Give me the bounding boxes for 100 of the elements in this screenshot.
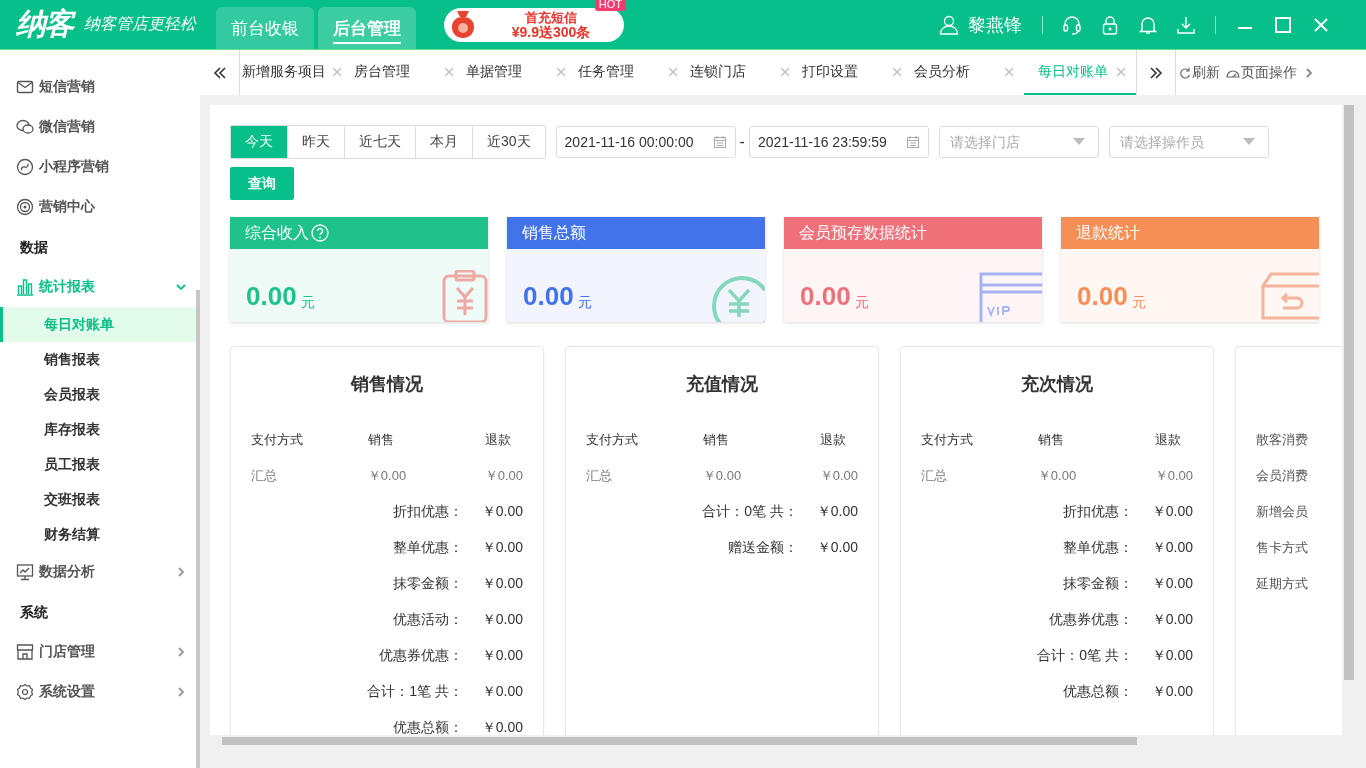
headset-icon[interactable]	[1062, 14, 1082, 35]
card-value: 0.00	[246, 281, 297, 312]
calendar-icon	[712, 135, 727, 149]
calendar-icon	[905, 135, 920, 149]
sidebar-item[interactable]: 数据分析	[0, 552, 200, 592]
store-icon	[16, 643, 34, 661]
column-header: 支付方式	[251, 431, 304, 449]
close-icon[interactable]	[892, 66, 902, 77]
maximize-icon[interactable]	[1273, 14, 1293, 35]
page-tab[interactable]: 打印设置	[800, 50, 912, 95]
column-header: 退款	[1155, 431, 1181, 449]
table-cell: ￥0.00	[819, 467, 858, 485]
close-icon[interactable]	[1116, 66, 1126, 77]
return-box-icon	[1261, 270, 1319, 322]
link-circle-icon	[16, 158, 34, 176]
total-label: 优惠券优惠：	[1049, 611, 1133, 629]
chat-bubbles-icon	[16, 118, 34, 136]
range-button[interactable]: 近30天	[472, 126, 545, 158]
close-icon[interactable]	[1004, 66, 1014, 77]
help-icon[interactable]	[311, 224, 329, 242]
caret-down-icon[interactable]	[1072, 138, 1085, 146]
table-cell-text: ￥0.00	[367, 467, 408, 485]
table-cell-text: 汇总	[921, 467, 948, 485]
row-label: 售卡方式	[1256, 539, 1308, 557]
close-icon[interactable]	[332, 66, 342, 77]
clipboard-yen-icon	[442, 270, 488, 322]
total-label: 抹零金额：	[1063, 575, 1133, 593]
sidebar-subitem[interactable]: 会员报表	[0, 377, 196, 412]
page-tab[interactable]: 连锁门店	[688, 50, 800, 95]
chevron-right-icon	[176, 687, 186, 697]
monitor-chart-icon	[16, 563, 34, 581]
column-header: 销售	[703, 431, 730, 449]
sidebar-subitem[interactable]: 交班报表	[0, 482, 196, 517]
card-unit: 元	[1131, 294, 1146, 312]
close-icon[interactable]	[556, 66, 566, 77]
sidebar-subitem[interactable]: 财务结算	[0, 517, 196, 552]
total-value: ￥0.00	[480, 719, 523, 735]
total-value: ￥0.00	[480, 539, 523, 557]
total-value: ￥0.00	[480, 683, 523, 701]
start-date-field[interactable]: 2021-11-16 00:00:00	[555, 126, 736, 158]
sidebar-subitem[interactable]: 库存报表	[0, 412, 196, 447]
card-title: 会员预存数据统计	[799, 222, 927, 243]
card-value: 0.00	[1077, 281, 1128, 312]
table-cell-text: ￥0.00	[1037, 467, 1078, 485]
table-cell: ￥0.00	[484, 467, 523, 485]
sidebar-heading: 系统	[19, 603, 48, 622]
sidebar-item[interactable]: 短信营销	[0, 67, 200, 107]
row-label: 散客消费	[1256, 431, 1308, 449]
card-unit: 元	[577, 294, 592, 312]
user-icon	[939, 14, 959, 35]
table-cell-text: 汇总	[586, 467, 613, 485]
bell-icon[interactable]	[1138, 14, 1158, 35]
range-separator: -	[739, 133, 745, 151]
total-label: 优惠总额：	[393, 719, 463, 735]
scroll-right-button[interactable]	[1136, 50, 1176, 95]
panel-title: 充值情况	[685, 373, 759, 396]
total-label: 整单优惠：	[393, 539, 463, 557]
card-title: 综合收入	[245, 222, 309, 243]
page-tab[interactable]: 房台管理	[352, 50, 464, 95]
row-label: 新增会员	[1256, 503, 1308, 521]
row-label: 会员消费	[1256, 467, 1308, 485]
close-icon[interactable]	[444, 66, 454, 77]
sidebar-item[interactable]: 系统设置	[0, 672, 200, 712]
page-tab[interactable]: 会员分析	[912, 50, 1024, 95]
total-label: 合计：1笔 共：	[367, 683, 463, 701]
column-header: 退款	[485, 431, 511, 449]
total-label: 赠送金额：	[728, 539, 798, 557]
lock-icon[interactable]	[1100, 14, 1120, 35]
page-tab[interactable]: 单据管理	[464, 50, 576, 95]
sidebar-item[interactable]: 微信营销	[0, 107, 200, 147]
caret-down-icon[interactable]	[1242, 138, 1255, 146]
sidebar-scrollbar[interactable]	[196, 290, 200, 768]
page-tab[interactable]: 任务管理	[576, 50, 688, 95]
close-icon[interactable]	[780, 66, 790, 77]
sidebar-subitem[interactable]: 销售报表	[0, 342, 196, 377]
total-value: ￥0.00	[1150, 611, 1193, 629]
promo-banner[interactable]: 首充短信 ¥9.9送300条	[444, 7, 624, 42]
store-select[interactable]: 请选择门店	[938, 126, 1099, 158]
end-date-field[interactable]: 2021-11-16 23:59:59	[748, 126, 929, 158]
table-cell-text: 汇总	[251, 467, 278, 485]
card-unit: 元	[300, 294, 315, 312]
sidebar-subitem[interactable]: 员工报表	[0, 447, 196, 482]
mail-icon	[16, 78, 34, 96]
chevron-right-icon	[176, 567, 186, 577]
sidebar-item[interactable]: 营销中心	[0, 187, 200, 227]
chevron-right-icon[interactable]	[1304, 67, 1314, 78]
total-label: 抹零金额：	[393, 575, 463, 593]
total-value: ￥0.00	[1150, 539, 1193, 557]
page-tab[interactable]: 新增服务项目	[240, 50, 352, 95]
operator-select[interactable]: 请选择操作员	[1108, 126, 1269, 158]
panel-title: 充次情况	[1020, 373, 1094, 396]
download-icon[interactable]	[1176, 14, 1196, 35]
chevron-right-icon	[176, 647, 186, 657]
total-label: 优惠总额：	[1063, 683, 1133, 701]
sidebar-item[interactable]: 门店管理	[0, 632, 200, 672]
sidebar-heading: 数据	[19, 238, 48, 257]
total-value: ￥0.00	[815, 503, 858, 521]
close-icon[interactable]	[668, 66, 678, 77]
column-header: 支付方式	[921, 431, 974, 449]
sidebar-item[interactable]: 小程序营销	[0, 147, 200, 187]
